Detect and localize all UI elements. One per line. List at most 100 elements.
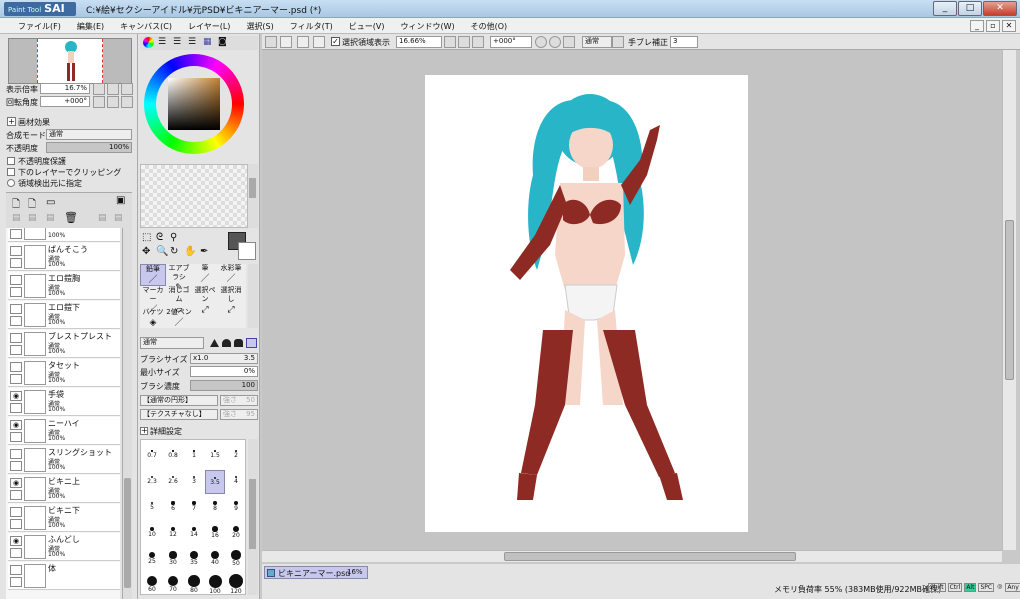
layer-lock-toggle[interactable] xyxy=(10,287,22,297)
eyedropper-icon[interactable]: ✒ xyxy=(200,246,208,257)
rgb-slider-icon[interactable]: ☰ xyxy=(158,37,166,47)
brush-shape-strength[interactable]: 強さ 50 xyxy=(220,395,258,406)
canvas-vscroll[interactable] xyxy=(1002,50,1016,550)
layer-lock-toggle[interactable] xyxy=(10,345,22,355)
layer-lock-toggle[interactable] xyxy=(10,577,22,587)
menu-canvas[interactable]: キャンバス(C) xyxy=(112,18,180,35)
texture-select[interactable]: 【テクスチャなし】 xyxy=(140,409,218,420)
layer-lock-toggle[interactable] xyxy=(10,403,22,413)
scratchpad-icon[interactable]: ◙ xyxy=(218,37,227,47)
canvas-zoom-out[interactable] xyxy=(444,36,456,48)
menu-file[interactable]: ファイル(F) xyxy=(10,18,69,35)
blend-mode-select[interactable]: 通常 xyxy=(46,129,132,140)
layer-visibility-toggle[interactable] xyxy=(10,333,22,343)
zoom-in-button[interactable] xyxy=(107,83,119,95)
brush-shape-select[interactable]: 【通常の円形】 xyxy=(140,395,218,406)
brush-size-option[interactable]: 100 xyxy=(205,574,225,594)
layer-row[interactable]: タセット 通常 100% xyxy=(8,359,120,387)
brush-size-option[interactable]: 14 xyxy=(184,522,204,546)
rotate-reset-button[interactable] xyxy=(121,96,133,108)
brush-size-option[interactable]: 3 xyxy=(184,470,204,494)
palette-scrollbar[interactable] xyxy=(248,164,258,228)
brush-size-option[interactable]: 1 xyxy=(184,444,204,468)
move-icon[interactable]: ✥ xyxy=(142,246,150,257)
deselect-button[interactable] xyxy=(313,36,325,48)
brush-size-option[interactable]: 35 xyxy=(184,548,204,572)
eraser-tool[interactable]: 消しゴム ▱ xyxy=(166,286,192,315)
select-pen-tool[interactable]: 選択ペン ⤢ xyxy=(192,286,218,315)
layer-visibility-toggle[interactable] xyxy=(10,449,22,459)
brush-size-option[interactable]: 80 xyxy=(184,574,204,594)
layer-row[interactable]: ◉ ビキニ上 通常 100% xyxy=(8,475,120,503)
opacity-slider[interactable]: 100% xyxy=(46,142,132,153)
menu-select[interactable]: 選択(S) xyxy=(238,18,281,35)
brush-size-option[interactable]: 60 xyxy=(142,574,162,594)
color-wheel-mode-icon[interactable] xyxy=(143,37,154,48)
brush-size-option[interactable]: 8 xyxy=(205,496,225,520)
density-slider[interactable]: 100 xyxy=(190,380,258,391)
canvas-mode-select[interactable]: 通常 xyxy=(582,36,612,48)
rotate-reset-canvas-button[interactable] xyxy=(563,36,575,48)
menu-edit[interactable]: 編集(E) xyxy=(69,18,112,35)
layer-lock-toggle[interactable] xyxy=(10,548,22,558)
color-palette[interactable] xyxy=(140,164,248,228)
brush-size-option[interactable]: 5 xyxy=(142,496,162,520)
layer-lock-toggle[interactable] xyxy=(10,461,22,471)
watercolor-tool[interactable]: 水彩筆／ xyxy=(218,264,244,286)
brush-size-option[interactable]: 30 xyxy=(163,548,183,572)
zoom-icon[interactable]: 🔍 xyxy=(156,246,168,257)
pencil-tool[interactable]: 鉛筆／ xyxy=(140,264,166,286)
layer-visibility-toggle[interactable] xyxy=(10,304,22,314)
select-erase-tool[interactable]: 選択消し ⤢ xyxy=(218,286,244,315)
hsv-slider-icon[interactable]: ☰ xyxy=(173,37,181,47)
brush-size-option[interactable]: 12 xyxy=(163,522,183,546)
rotate-right-button[interactable] xyxy=(107,96,119,108)
brush-size-option[interactable]: 40 xyxy=(205,548,225,572)
new-folder-icon[interactable]: ▭ xyxy=(46,197,55,208)
canvas-zoom-fit[interactable] xyxy=(472,36,484,48)
edge-soft-icon[interactable] xyxy=(222,339,231,347)
mdi-minimize-button[interactable]: _ xyxy=(970,20,984,32)
menu-view[interactable]: ビュー(V) xyxy=(341,18,393,35)
mixer-icon[interactable]: ☰ xyxy=(188,37,196,47)
undo-button[interactable] xyxy=(280,36,292,48)
brush-size-option[interactable]: 3.5 xyxy=(205,470,225,494)
zoom-field[interactable]: 16.7% xyxy=(40,83,90,94)
brush-size-option[interactable]: 4 xyxy=(226,470,245,494)
brush-size-option[interactable]: 7 xyxy=(184,496,204,520)
brush-size-option[interactable]: 2 xyxy=(226,444,245,468)
brush-size-option[interactable]: 10 xyxy=(142,522,162,546)
hand-icon[interactable]: ✋ xyxy=(184,246,196,257)
layer-visibility-toggle[interactable] xyxy=(10,246,22,256)
min-size-field[interactable]: 0% xyxy=(190,366,258,377)
zoom-out-button[interactable] xyxy=(93,83,105,95)
delete-layer-icon[interactable]: 🗑 xyxy=(64,211,78,224)
rect-select-icon[interactable]: ⬚ xyxy=(142,232,151,243)
brush-size-field[interactable]: x1.0 3.5 xyxy=(190,353,258,364)
maximize-button[interactable]: □ xyxy=(958,1,982,16)
brush-size-option[interactable]: 25 xyxy=(142,548,162,572)
layer-scroll-thumb[interactable] xyxy=(124,478,131,588)
layer-row[interactable]: ばんそこう 通常 100% xyxy=(8,243,120,271)
menu-other[interactable]: その他(O) xyxy=(463,18,516,35)
canvas-zoom-field[interactable]: 16.66% xyxy=(396,36,442,48)
color-wheel[interactable] xyxy=(144,54,244,154)
clipping-checkbox[interactable] xyxy=(7,168,15,176)
binary-pen-tool[interactable]: 2値ペン／ xyxy=(166,308,192,330)
layer-visibility-toggle[interactable]: ◉ xyxy=(10,536,22,546)
navigator-preview[interactable] xyxy=(8,38,132,84)
brush-size-option[interactable]: 120 xyxy=(226,574,245,594)
redo-button[interactable] xyxy=(297,36,309,48)
layer-row[interactable]: 100% xyxy=(8,228,120,242)
mdi-restore-button[interactable]: ▫ xyxy=(986,20,1000,32)
canvas-zoom-in[interactable] xyxy=(458,36,470,48)
menu-layer[interactable]: レイヤー(L) xyxy=(180,18,238,35)
brush-size-option[interactable]: 1.5 xyxy=(205,444,225,468)
canvas-hscroll-thumb[interactable] xyxy=(504,552,796,561)
close-button[interactable]: ✕ xyxy=(983,1,1017,16)
layer-visibility-toggle[interactable] xyxy=(10,565,22,575)
layer-row[interactable]: エロ鎧下 通常 100% xyxy=(8,301,120,329)
minimize-button[interactable]: _ xyxy=(933,1,957,16)
merge-down-icon[interactable]: ▤ xyxy=(28,213,37,223)
layer-lock-toggle[interactable] xyxy=(10,374,22,384)
